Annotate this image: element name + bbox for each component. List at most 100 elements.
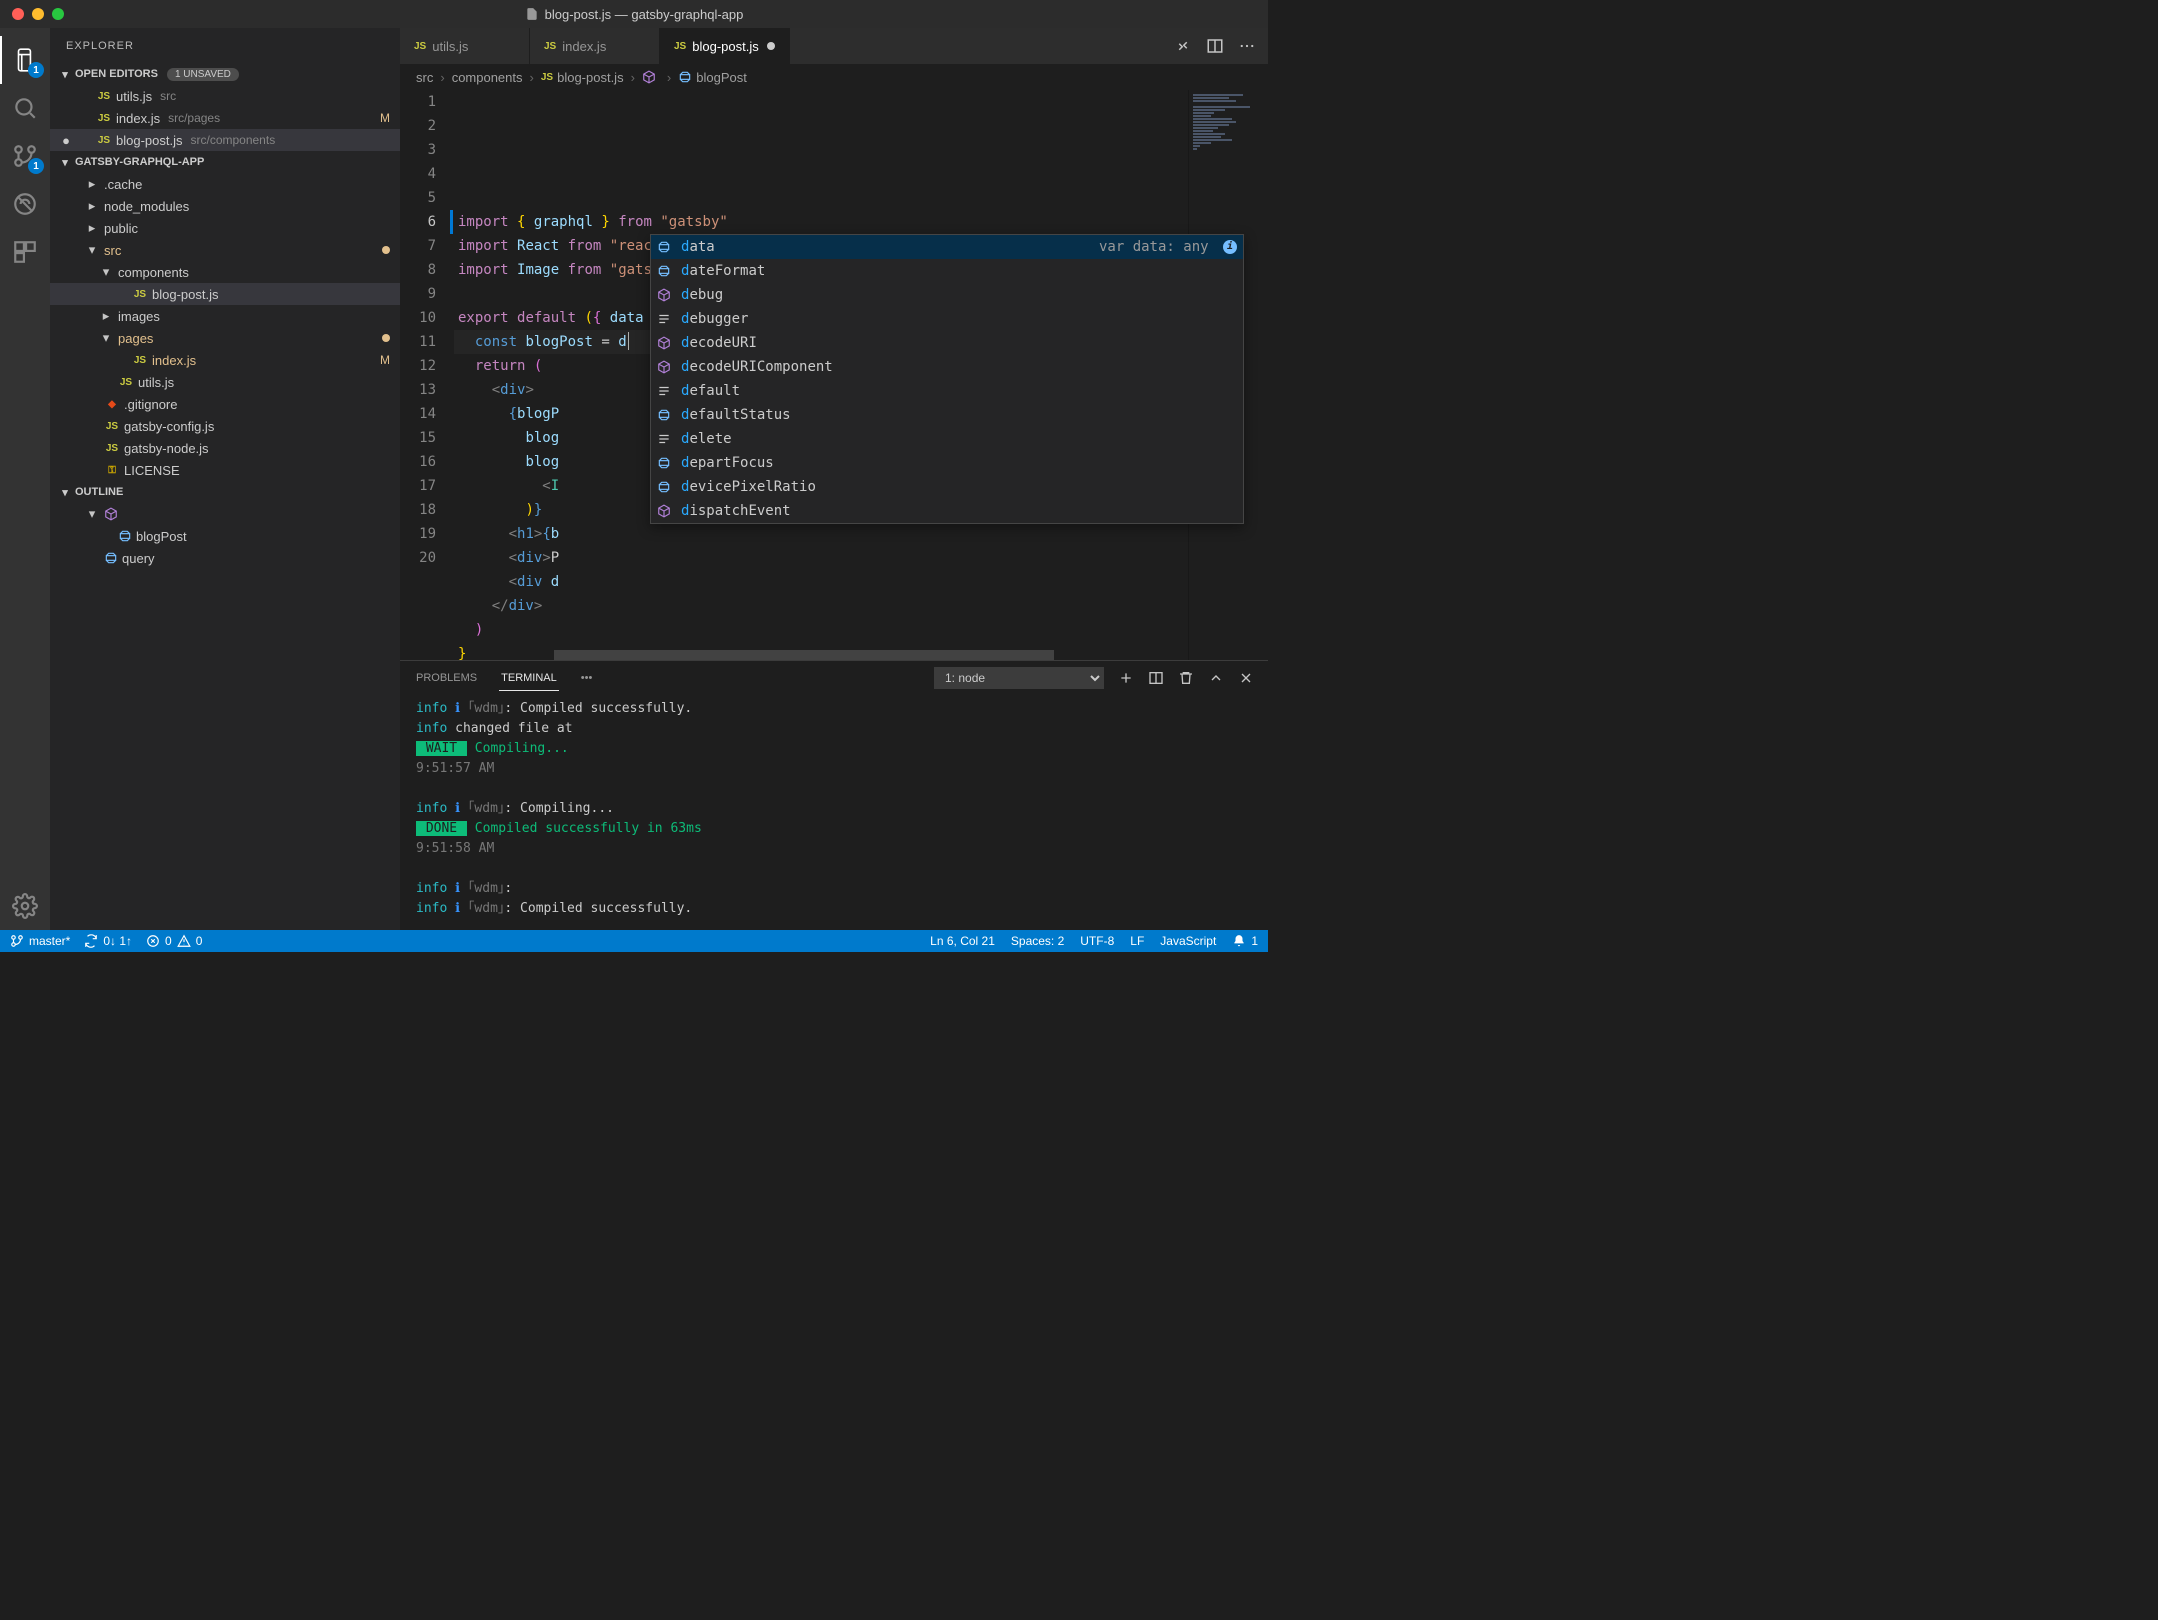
panel-tab-more[interactable]: ••• [579, 661, 595, 695]
file-item[interactable]: JSindex.jsM [50, 349, 400, 371]
chevron-right-icon: ▸ [98, 308, 114, 324]
suggest-widget[interactable]: data var data: any i dateFormat debug de… [650, 234, 1244, 524]
file-item[interactable]: ⚿LICENSE [50, 459, 400, 481]
suggest-item[interactable]: debug [651, 283, 1243, 307]
suggest-item[interactable]: data var data: any i [651, 235, 1243, 259]
breadcrumb-item[interactable]: JSblog-post.js [541, 70, 624, 85]
suggest-item[interactable]: devicePixelRatio [651, 475, 1243, 499]
split-editor-icon[interactable] [1206, 37, 1224, 55]
compare-changes-icon[interactable] [1174, 37, 1192, 55]
cube-icon [657, 504, 675, 518]
info-icon[interactable]: i [1223, 240, 1237, 254]
open-editor-item[interactable]: ● JS blog-post.js src/components [50, 129, 400, 151]
editor-tab[interactable]: JS index.js [530, 28, 660, 64]
split-terminal-icon[interactable] [1148, 670, 1164, 686]
breadcrumb-item[interactable]: components [452, 70, 523, 85]
kill-terminal-icon[interactable] [1178, 670, 1194, 686]
file-item[interactable]: JSgatsby-config.js [50, 415, 400, 437]
file-item[interactable]: JSgatsby-node.js [50, 437, 400, 459]
suggest-item[interactable]: defaultStatus [651, 403, 1243, 427]
code-editor[interactable]: 1234567891011121314151617181920 data var… [400, 90, 1268, 660]
js-file-icon: JS [541, 72, 553, 83]
dirty-icon[interactable]: ● [58, 133, 74, 148]
outline-item[interactable]: ▾ [50, 503, 400, 525]
folder-item[interactable]: ▾components [50, 261, 400, 283]
var-icon [657, 408, 675, 422]
js-file-icon: JS [104, 443, 120, 454]
chevron-down-icon: ▾ [58, 68, 72, 81]
folder-item[interactable]: ▾src [50, 239, 400, 261]
suggest-item[interactable]: default [651, 379, 1243, 403]
panel-tab-problems[interactable]: PROBLEMS [414, 661, 479, 695]
statusbar: master* 0↓ 1↑ 0 0 Ln 6, Col 21 Spaces: 2… [0, 930, 1268, 952]
editor-tab[interactable]: JS blog-post.js [660, 28, 790, 64]
suggest-item[interactable]: dispatchEvent [651, 499, 1243, 523]
suggest-item[interactable]: decodeURI [651, 331, 1243, 355]
line-gutter: 1234567891011121314151617181920 [400, 90, 454, 660]
editor-tab[interactable]: JS utils.js [400, 28, 530, 64]
activity-explorer[interactable]: 1 [0, 36, 50, 84]
close-panel-icon[interactable] [1238, 670, 1254, 686]
breadcrumbs[interactable]: src›components›JSblog-post.js››blogPost [400, 64, 1268, 90]
chevron-down-icon: ▾ [58, 156, 72, 169]
breadcrumb-item[interactable]: blogPost [678, 70, 747, 85]
cube-icon [657, 360, 675, 374]
suggest-item[interactable]: dateFormat [651, 259, 1243, 283]
folder-item[interactable]: ▸.cache [50, 173, 400, 195]
activity-settings[interactable] [0, 882, 50, 930]
breadcrumb-item[interactable] [642, 70, 660, 84]
activity-extensions[interactable] [0, 228, 50, 276]
file-item[interactable]: ◆.gitignore [50, 393, 400, 415]
breadcrumb-item[interactable]: src [416, 70, 433, 85]
git-branch[interactable]: master* [10, 934, 70, 948]
open-editors-header[interactable]: ▾ OPEN EDITORS 1 UNSAVED [50, 63, 400, 85]
cursor-position[interactable]: Ln 6, Col 21 [930, 934, 995, 948]
search-icon [12, 95, 38, 121]
var-icon [104, 551, 118, 565]
outline-item[interactable]: query [50, 547, 400, 569]
suggest-item[interactable]: decodeURIComponent [651, 355, 1243, 379]
open-editor-item[interactable]: JS index.js src/pages M [50, 107, 400, 129]
encoding[interactable]: UTF-8 [1080, 934, 1114, 948]
gear-icon [12, 893, 38, 919]
folder-item[interactable]: ▸images [50, 305, 400, 327]
current-line-indicator [450, 210, 453, 234]
git-sync[interactable]: 0↓ 1↑ [84, 934, 132, 948]
file-item[interactable]: JSutils.js [50, 371, 400, 393]
activity-debug[interactable] [0, 180, 50, 228]
var-icon [657, 456, 675, 470]
horizontal-scrollbar[interactable] [554, 650, 1188, 660]
outline-item[interactable]: blogPost [50, 525, 400, 547]
suggest-item[interactable]: departFocus [651, 451, 1243, 475]
activity-search[interactable] [0, 84, 50, 132]
code-content[interactable]: data var data: any i dateFormat debug de… [454, 90, 1188, 660]
folder-item[interactable]: ▸public [50, 217, 400, 239]
file-item[interactable]: JSblog-post.js [50, 283, 400, 305]
error-icon [146, 934, 160, 948]
unsaved-badge: 1 UNSAVED [167, 68, 239, 81]
titlebar: blog-post.js — gatsby-graphql-app [0, 0, 1268, 28]
folder-item[interactable]: ▸node_modules [50, 195, 400, 217]
new-terminal-icon[interactable] [1118, 670, 1134, 686]
eol[interactable]: LF [1130, 934, 1144, 948]
outline-header[interactable]: ▾ OUTLINE [50, 481, 400, 503]
notifications[interactable]: 1 [1232, 934, 1258, 948]
maximize-panel-icon[interactable] [1208, 670, 1224, 686]
var-icon [678, 70, 692, 84]
chevron-right-icon: ▸ [84, 198, 100, 214]
project-header[interactable]: ▾ GATSBY-GRAPHQL-APP [50, 151, 400, 173]
terminal-output[interactable]: info ℹ ｢wdm｣: Compiled successfully. inf… [400, 695, 1268, 930]
suggest-item[interactable]: delete [651, 427, 1243, 451]
terminal-select[interactable]: 1: node [934, 667, 1104, 689]
open-editor-item[interactable]: JS utils.js src [50, 85, 400, 107]
activity-bar: 1 1 [0, 28, 50, 930]
folder-item[interactable]: ▾pages [50, 327, 400, 349]
problems-status[interactable]: 0 0 [146, 934, 202, 948]
activity-scm[interactable]: 1 [0, 132, 50, 180]
panel-tab-terminal[interactable]: TERMINAL [499, 661, 559, 695]
language-mode[interactable]: JavaScript [1160, 934, 1216, 948]
indentation[interactable]: Spaces: 2 [1011, 934, 1064, 948]
more-icon[interactable] [1238, 37, 1256, 55]
suggest-item[interactable]: debugger [651, 307, 1243, 331]
outline-list: ▾ blogPost query [50, 503, 400, 569]
